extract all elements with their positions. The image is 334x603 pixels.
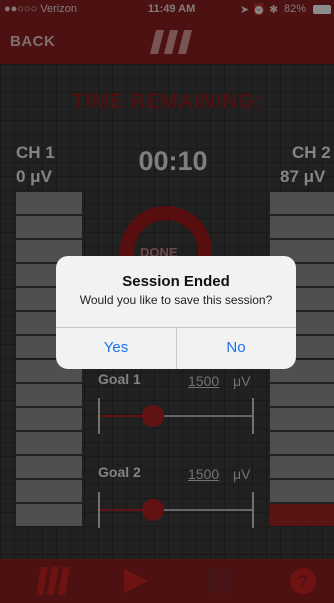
yes-button[interactable]: Yes bbox=[56, 327, 176, 369]
dialog-title: Session Ended bbox=[122, 273, 230, 290]
app-screen: ●●○○○ Verizon 11:49 AM ➤ ⏰ ✱ 82% BACK TI… bbox=[0, 0, 334, 603]
dialog-message: Would you like to save this session? bbox=[79, 293, 273, 307]
save-session-dialog: Session Ended Would you like to save thi… bbox=[56, 256, 296, 369]
no-button[interactable]: No bbox=[176, 327, 296, 369]
